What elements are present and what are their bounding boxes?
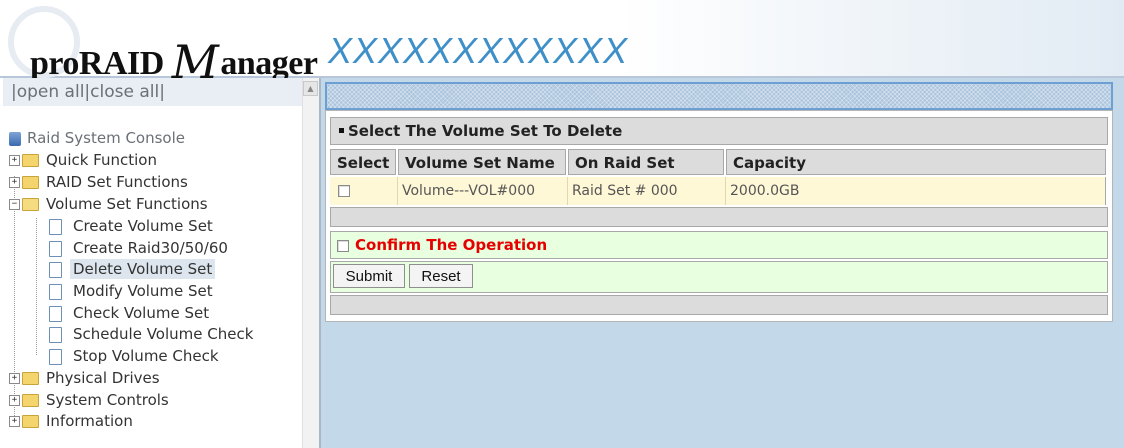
- table-row-capacity: 2000.0GB: [726, 177, 1106, 205]
- col-header-select: Select: [330, 149, 396, 175]
- tree-item-system-controls[interactable]: + System Controls: [9, 390, 172, 411]
- tree-item-label: Volume Set Functions: [46, 195, 208, 213]
- sidebar-tree: |open all|close all| ▲ Raid System Conso…: [3, 78, 321, 448]
- tree-item-label: Create Volume Set: [73, 217, 213, 235]
- page-icon: [49, 305, 62, 322]
- sidebar-toolbar: |open all|close all|: [3, 78, 303, 106]
- tree-item-quick-function[interactable]: + Quick Function: [9, 150, 160, 171]
- button-row: Submit Reset: [330, 261, 1108, 293]
- tree-item-volume-set-functions[interactable]: − Volume Set Functions: [9, 194, 211, 215]
- row-select-checkbox[interactable]: [338, 185, 350, 197]
- tree-item-label: Information: [46, 412, 133, 430]
- tree-item-raid-set-functions[interactable]: + RAID Set Functions: [9, 172, 191, 193]
- tree-root-label: Raid System Console: [27, 129, 185, 147]
- tree-line: [36, 218, 37, 355]
- collapse-minus-icon[interactable]: −: [9, 199, 20, 210]
- open-folder-icon: [22, 198, 39, 211]
- page-icon: [49, 348, 62, 365]
- header-banner: proRAID Manager XXXXXXXXXXXX: [0, 0, 1124, 89]
- model-name: XXXXXXXXXXXX: [328, 30, 629, 71]
- table-row-volume-name: Volume---VOL#000: [398, 177, 568, 205]
- tree-item-delete-volume-set[interactable]: Delete Volume Set: [49, 259, 216, 280]
- folder-icon: [22, 415, 39, 428]
- confirm-checkbox[interactable]: [337, 239, 349, 252]
- tree-item-label: System Controls: [46, 391, 169, 409]
- expand-plus-icon[interactable]: +: [9, 155, 20, 166]
- bullet-square-icon: [339, 128, 344, 133]
- folder-icon: [22, 176, 39, 189]
- tree-root[interactable]: Raid System Console: [9, 128, 188, 149]
- tree-item-label: RAID Set Functions: [46, 173, 188, 191]
- confirm-label: Confirm The Operation: [355, 236, 548, 254]
- col-header-volume-set-name: Volume Set Name: [398, 149, 566, 175]
- expand-plus-icon[interactable]: +: [9, 177, 20, 188]
- spacer-bar: [330, 207, 1108, 227]
- tree-item-create-raid30-50-60[interactable]: Create Raid30/50/60: [49, 238, 231, 259]
- tree-item-label: Delete Volume Set: [70, 259, 216, 279]
- section-title-text: Select The Volume Set To Delete: [348, 122, 623, 140]
- tree-item-physical-drives[interactable]: + Physical Drives: [9, 368, 163, 389]
- folder-icon: [22, 154, 39, 167]
- tree-item-information[interactable]: + Information: [9, 411, 136, 432]
- col-header-capacity: Capacity: [726, 149, 1106, 175]
- page-icon: [49, 218, 62, 235]
- brand-logo: proRAID Manager: [30, 31, 318, 89]
- tree-item-label: Stop Volume Check: [73, 347, 219, 365]
- delete-volume-panel: Select The Volume Set To Delete Select V…: [325, 110, 1113, 322]
- sidebar-scrollbar[interactable]: ▲: [302, 78, 319, 448]
- main-content: Select The Volume Set To Delete Select V…: [321, 78, 1124, 448]
- table-row-raid-set: Raid Set # 000: [568, 177, 726, 205]
- brand-prefix: proRAID: [30, 45, 164, 82]
- expand-plus-icon[interactable]: +: [9, 373, 20, 384]
- tree-item-label: Modify Volume Set: [73, 282, 213, 300]
- tree-item-stop-volume-check[interactable]: Stop Volume Check: [49, 346, 222, 367]
- tree-item-label: Check Volume Set: [73, 304, 210, 322]
- confirm-row: Confirm The Operation: [330, 231, 1108, 259]
- tree-item-label: Create Raid30/50/60: [73, 239, 228, 257]
- col-header-on-raid-set: On Raid Set: [568, 149, 724, 175]
- section-title: Select The Volume Set To Delete: [330, 117, 1108, 145]
- brand-suffix: anager: [220, 45, 318, 82]
- expand-plus-icon[interactable]: +: [9, 395, 20, 406]
- tree-item-label: Quick Function: [46, 151, 157, 169]
- content-top-bar: [325, 82, 1113, 110]
- tree-item-schedule-volume-check[interactable]: Schedule Volume Check: [49, 324, 256, 345]
- page-icon: [49, 283, 62, 300]
- folder-icon: [22, 394, 39, 407]
- page-icon: [49, 240, 62, 257]
- reset-button[interactable]: Reset: [409, 264, 473, 288]
- tree-item-create-volume-set[interactable]: Create Volume Set: [49, 216, 216, 237]
- tree-item-label: Physical Drives: [46, 369, 160, 387]
- page-icon: [49, 261, 62, 278]
- open-close-all-links[interactable]: |open all|close all|: [11, 82, 165, 102]
- folder-icon: [22, 372, 39, 385]
- footer-bar: [330, 295, 1108, 315]
- scroll-up-arrow-icon[interactable]: ▲: [303, 81, 318, 96]
- tree-item-modify-volume-set[interactable]: Modify Volume Set: [49, 281, 216, 302]
- table-row-select-cell: [330, 177, 398, 205]
- expand-plus-icon[interactable]: +: [9, 416, 20, 427]
- page-icon: [49, 326, 62, 343]
- tree-item-label: Schedule Volume Check: [73, 325, 254, 343]
- submit-button[interactable]: Submit: [333, 264, 405, 288]
- console-icon: [9, 131, 21, 146]
- tree-item-check-volume-set[interactable]: Check Volume Set: [49, 303, 212, 324]
